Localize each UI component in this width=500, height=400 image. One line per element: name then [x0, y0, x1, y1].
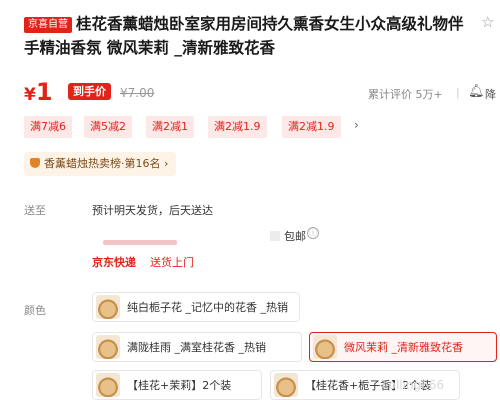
candle-thumbnail [274, 373, 298, 397]
candle-thumbnail [96, 335, 120, 359]
coupon-tag[interactable]: 满2减1.9 [208, 116, 267, 138]
watermark: colling666 [382, 378, 445, 392]
current-price: ¥1 [24, 78, 53, 106]
color-option[interactable]: 纯白栀子花 _记忆中的花香 _热销 [92, 292, 300, 322]
ship-to-label: 送至 [24, 204, 46, 217]
coupon-tag[interactable]: 满7减6 [24, 116, 72, 138]
coupon-tag[interactable]: 满2减1.9 [282, 116, 341, 138]
coupon-tag[interactable]: 满5减2 [84, 116, 132, 138]
coupon-tag[interactable]: 满2减1 [146, 116, 194, 138]
divider: | [456, 86, 460, 99]
color-option[interactable]: 满陇桂雨 _满室桂花香 _热销 [92, 332, 302, 362]
free-shipping: 包邮 [270, 228, 306, 244]
product-title: 京喜自营 桂花香薰蜡烛卧室家用房间持久熏香女生小众高级礼物伴手精油香氛 微风茉莉 … [24, 12, 470, 60]
color-option-label: 纯白栀子花 _记忆中的花香 _热销 [127, 301, 288, 314]
door-delivery-label: 送货上门 [150, 256, 194, 269]
color-option-label: 【桂花+茉莉】2个装 [127, 379, 232, 392]
free-shipping-text: 包邮 [284, 230, 306, 243]
candle-thumbnail [96, 295, 120, 319]
redacted-block [270, 231, 280, 241]
color-option[interactable]: 【桂花+茉莉】2个装 [92, 370, 262, 400]
shield-icon [30, 158, 40, 168]
delivery-time: 预计明天发货，后天送达 [92, 204, 213, 217]
color-option-selected[interactable]: 微风茉莉 _清新雅致花香 [309, 332, 497, 362]
product-title-block: 京喜自营 桂花香薰蜡烛卧室家用房间持久熏香女生小众高级礼物伴手精油香氛 微风茉莉 … [24, 12, 470, 60]
candle-thumbnail [313, 335, 337, 359]
color-option-label: 微风茉莉 _清新雅致花香 [344, 341, 463, 354]
info-icon[interactable]: ⓘ [307, 227, 319, 239]
self-operated-badge: 京喜自营 [24, 17, 72, 33]
blurred-address [103, 240, 177, 245]
review-count[interactable]: 累计评价 5万+ [368, 86, 443, 102]
price-drop-notify-label[interactable]: 降 [485, 86, 496, 102]
bell-icon[interactable]: 🔔︎ [468, 84, 485, 99]
final-price-tag: 到手价 [68, 83, 111, 100]
price-row: ¥1 到手价 ¥7.00 累计评价 5万+ | 🔔︎ 降 [24, 78, 500, 108]
currency-symbol: ¥ [24, 85, 36, 105]
carrier-label: 京东快递 [92, 256, 136, 269]
candle-thumbnail [96, 373, 120, 397]
product-title-text: 桂花香薰蜡烛卧室家用房间持久熏香女生小众高级礼物伴手精油香氛 微风茉莉 _清新雅… [24, 15, 464, 57]
favorite-star-icon[interactable]: ☆ [481, 13, 494, 31]
price-value: 1 [35, 78, 53, 106]
ranking-text: 香薰蜡烛热卖榜·第16名 › [44, 157, 169, 170]
chevron-right-icon[interactable]: › [354, 118, 359, 132]
color-option-label: 满陇桂雨 _满室桂花香 _热销 [127, 341, 266, 354]
original-price: ¥7.00 [120, 86, 155, 100]
color-label: 颜色 [24, 304, 46, 317]
ranking-badge[interactable]: 香薰蜡烛热卖榜·第16名 › [24, 152, 177, 176]
